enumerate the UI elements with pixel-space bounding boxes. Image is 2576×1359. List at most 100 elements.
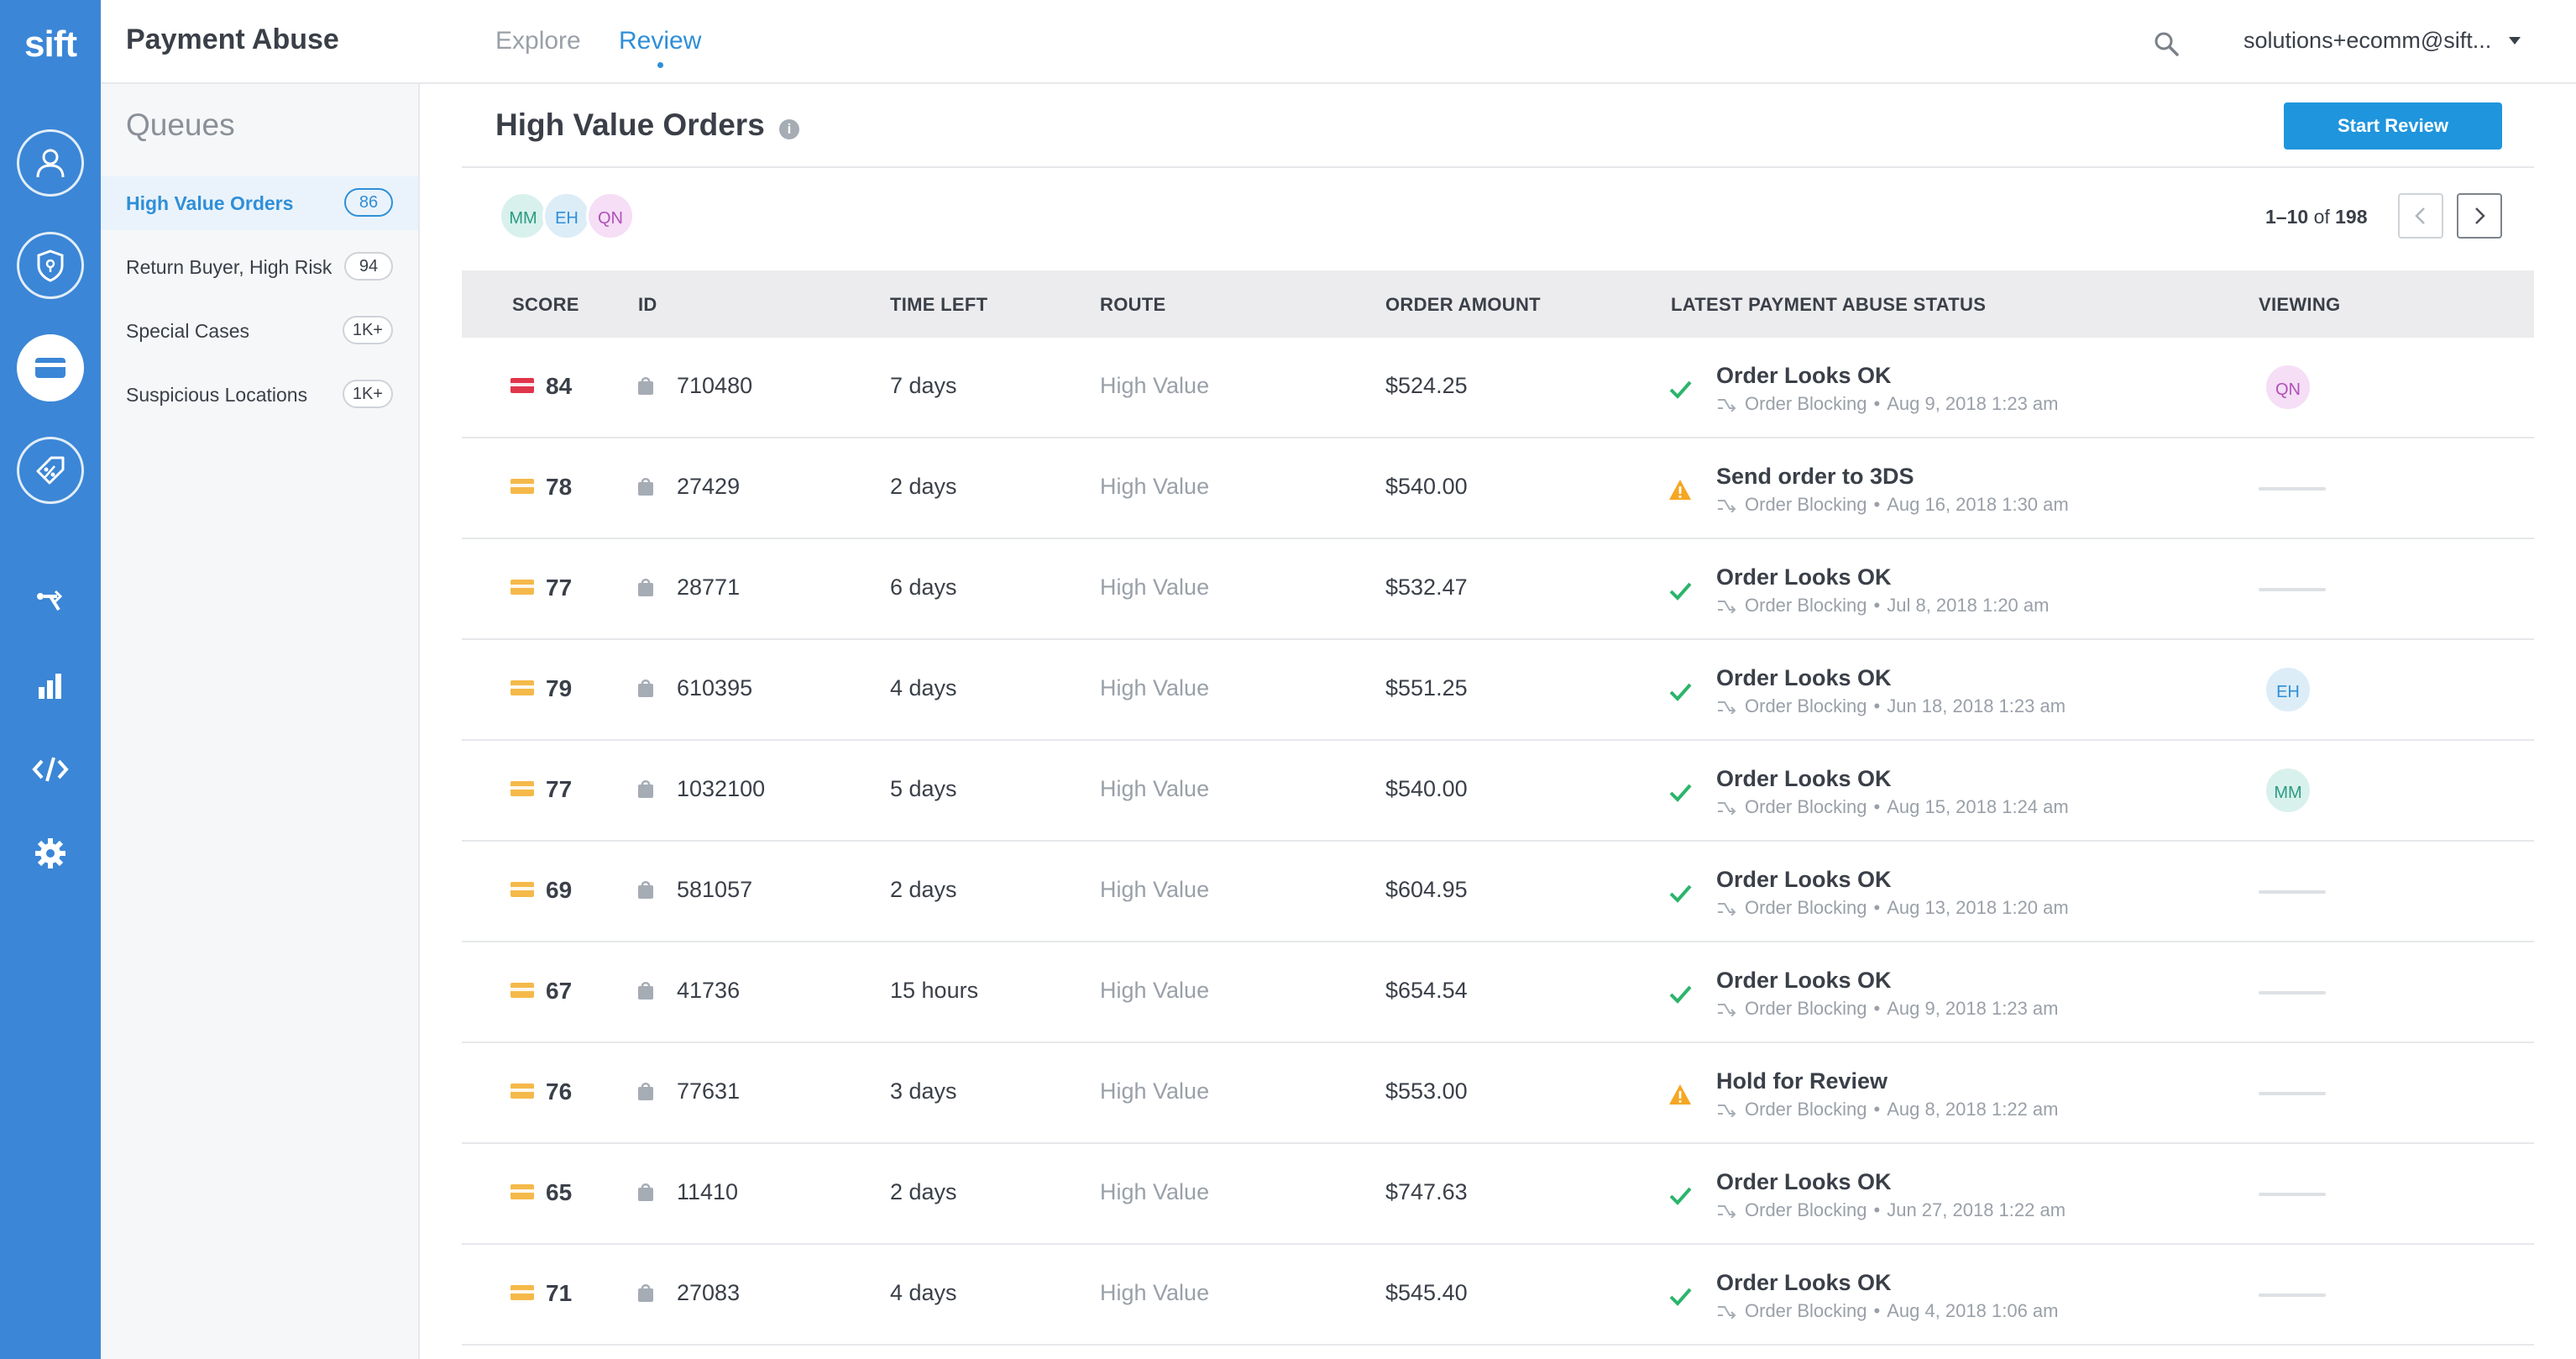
status-date: Aug 4, 2018 1:06 am [1887, 1300, 2059, 1321]
chevron-down-icon[interactable] [2509, 37, 2521, 45]
rail-shield-button[interactable] [17, 232, 84, 299]
queue-item-suspicious-locations[interactable]: Suspicious Locations 1K+ [101, 368, 418, 422]
score-value: 69 [546, 877, 573, 903]
search-icon[interactable] [2151, 29, 2181, 59]
table-row[interactable]: 77 1032100 5 days High Value $540.00 Order Lo… [462, 741, 2534, 842]
score-card-icon [510, 479, 534, 494]
no-viewer-placeholder [2259, 1092, 2326, 1095]
status-date: Aug 8, 2018 1:22 am [1887, 1099, 2059, 1120]
code-icon[interactable] [30, 749, 71, 790]
checkmark-icon [1669, 784, 1692, 802]
avatar[interactable]: QN [586, 192, 635, 240]
order-id[interactable]: 11410 [677, 1179, 738, 1205]
workflow-icon[interactable] [30, 581, 71, 622]
workflow-name: Order Blocking [1745, 1099, 1867, 1120]
table-row[interactable]: 67 41736 15 hours High Value $654.54 Order Lo… [462, 942, 2534, 1043]
order-id[interactable]: 710480 [677, 373, 752, 399]
workflow-route-icon [1718, 802, 1736, 815]
table-row[interactable]: 78 27429 2 days High Value $540.00 Send order… [462, 438, 2534, 539]
route: High Value [1100, 373, 1210, 398]
order-id[interactable]: 41736 [677, 978, 740, 1004]
workflow-name: Order Blocking [1745, 695, 1867, 716]
avatar[interactable]: MM [499, 192, 547, 240]
table-row[interactable]: 84 710480 7 days High Value $524.25 Order Loo… [462, 338, 2534, 438]
table-row[interactable]: 69 581057 2 days High Value $604.95 Order Loo… [462, 842, 2534, 942]
shopping-bag-icon [638, 1183, 653, 1201]
order-id[interactable]: 610395 [677, 675, 752, 701]
shopping-bag-icon [638, 478, 653, 496]
separator-dot: • [1873, 393, 1881, 414]
warning-icon [1669, 480, 1691, 500]
separator-dot: • [1873, 695, 1881, 716]
page-title: High Value Orders [495, 108, 765, 142]
avatar[interactable]: EH [542, 192, 591, 240]
gear-icon[interactable] [30, 833, 71, 874]
user-icon [36, 149, 65, 178]
order-id[interactable]: 581057 [677, 877, 752, 903]
shopping-bag-icon [638, 881, 653, 899]
order-id[interactable]: 1032100 [677, 776, 765, 802]
viewer-avatar[interactable]: EH [2264, 665, 2312, 714]
separator-dot: • [1873, 494, 1881, 515]
queue-item-return-buyer-high-risk[interactable]: Return Buyer, High Risk 94 [101, 240, 418, 294]
column-header-viewing: VIEWING [2259, 294, 2341, 315]
table-row[interactable]: 76 77631 3 days High Value $553.00 Hold for R… [462, 1043, 2534, 1144]
status-label: Order Looks OK [1716, 363, 1892, 388]
bar-chart-icon[interactable] [30, 665, 71, 706]
queue-label: Special Cases [126, 319, 250, 342]
start-review-button[interactable]: Start Review [2284, 102, 2502, 150]
column-header-time-left[interactable]: TIME LEFT [890, 294, 987, 316]
queue-count-badge: 1K+ [342, 380, 393, 408]
score-value: 76 [546, 1078, 573, 1105]
status-date: Jun 27, 2018 1:22 am [1887, 1199, 2066, 1220]
order-amount: $654.54 [1385, 978, 1468, 1003]
chevron-left-icon [2415, 207, 2425, 224]
order-amount: $604.95 [1385, 877, 1468, 902]
route: High Value [1100, 575, 1210, 600]
tab-review[interactable]: Review [619, 27, 701, 68]
checkmark-icon [1669, 380, 1692, 399]
viewer-avatar[interactable]: MM [2264, 766, 2312, 815]
workflow-route-icon [1718, 903, 1736, 916]
column-header-order-amount[interactable]: ORDER AMOUNT [1385, 294, 1541, 316]
table-row[interactable]: 77 28771 6 days High Value $532.47 Order Look… [462, 539, 2534, 640]
workflow-name: Order Blocking [1745, 796, 1867, 817]
rail-promo-button[interactable] [17, 437, 84, 504]
queue-item-special-cases[interactable]: Special Cases 1K+ [101, 304, 418, 358]
column-header-score[interactable]: SCORE [512, 294, 579, 316]
order-amount: $551.25 [1385, 675, 1468, 700]
info-icon[interactable]: i [779, 119, 799, 139]
table-row[interactable]: 65 11410 2 days High Value $747.63 Order Look… [462, 1144, 2534, 1245]
status-label: Order Looks OK [1716, 1169, 1892, 1194]
order-id[interactable]: 27083 [677, 1280, 740, 1306]
sift-logo[interactable]: sift [0, 24, 101, 66]
queue-item-high-value-orders[interactable]: High Value Orders 86 [101, 176, 418, 230]
workflow-route-icon [1718, 1306, 1736, 1319]
tab-explore[interactable]: Explore [495, 27, 581, 55]
viewer-avatar[interactable]: QN [2264, 363, 2312, 412]
status-label: Order Looks OK [1716, 564, 1892, 590]
prev-page-button[interactable] [2398, 193, 2443, 239]
order-id[interactable]: 27429 [677, 474, 740, 500]
account-menu[interactable]: solutions+ecomm@sift... [2244, 28, 2491, 54]
column-header-route[interactable]: ROUTE [1100, 294, 1166, 316]
time-left: 4 days [890, 675, 957, 700]
workflow-name: Order Blocking [1745, 494, 1867, 515]
checkmark-icon [1669, 985, 1692, 1004]
next-page-button[interactable] [2457, 193, 2502, 239]
status-label: Send order to 3DS [1716, 464, 1914, 489]
checkmark-icon [1669, 884, 1692, 903]
rail-user-button[interactable] [17, 129, 84, 197]
column-header-id[interactable]: ID [638, 294, 657, 316]
route: High Value [1100, 1179, 1210, 1204]
score-value: 79 [546, 675, 573, 701]
app-root: sift Payment Abuse Explore Review soluti… [0, 0, 2576, 1359]
status-meta: Order Blocking • Jun 27, 2018 1:22 am [1716, 1199, 2066, 1221]
table-row[interactable]: 79 610395 4 days High Value $551.25 Order Loo… [462, 640, 2534, 741]
order-id[interactable]: 28771 [677, 575, 740, 601]
order-id[interactable]: 77631 [677, 1078, 740, 1105]
rail-payment-button[interactable] [17, 334, 84, 401]
status-meta: Order Blocking • Aug 4, 2018 1:06 am [1716, 1300, 2058, 1322]
table-row[interactable]: 71 27083 4 days High Value $545.40 Order Look… [462, 1245, 2534, 1346]
column-header-status[interactable]: LATEST PAYMENT ABUSE STATUS [1671, 294, 1986, 316]
